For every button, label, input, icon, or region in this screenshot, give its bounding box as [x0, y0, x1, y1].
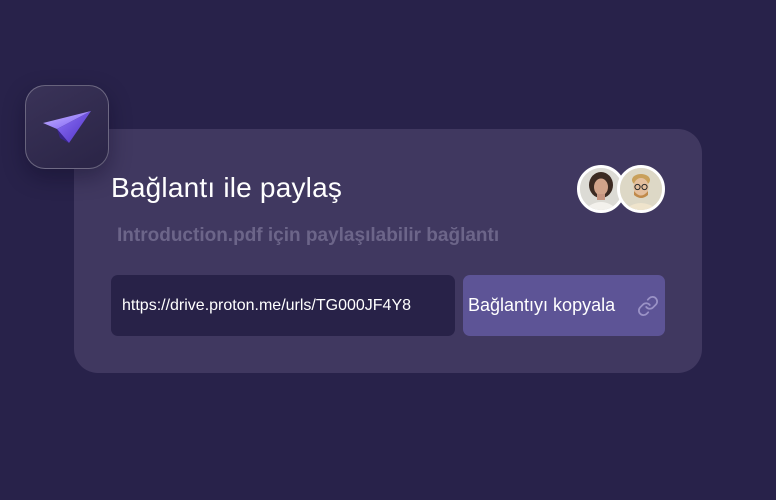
- link-icon: [638, 296, 658, 316]
- copy-link-button[interactable]: Bağlantıyı kopyala: [463, 275, 665, 336]
- paper-plane-icon: [43, 111, 91, 143]
- copy-link-label: Bağlantıyı kopyala: [468, 295, 616, 315]
- share-link-text[interactable]: https://drive.proton.me/urls/TG000JF4Y8: [122, 297, 411, 315]
- share-link-card: Bağlantı ile paylaş Introduction.pdf içi…: [74, 129, 702, 373]
- dialog-title: Bağlantı ile paylaş: [111, 172, 343, 203]
- share-link-field[interactable]: https://drive.proton.me/urls/TG000JF4Y8: [111, 275, 455, 336]
- shared-users: [577, 165, 667, 215]
- dialog-subtitle: Introduction.pdf için paylaşılabilir bağ…: [117, 225, 500, 246]
- app-icon: [25, 85, 109, 169]
- avatar: [617, 165, 665, 213]
